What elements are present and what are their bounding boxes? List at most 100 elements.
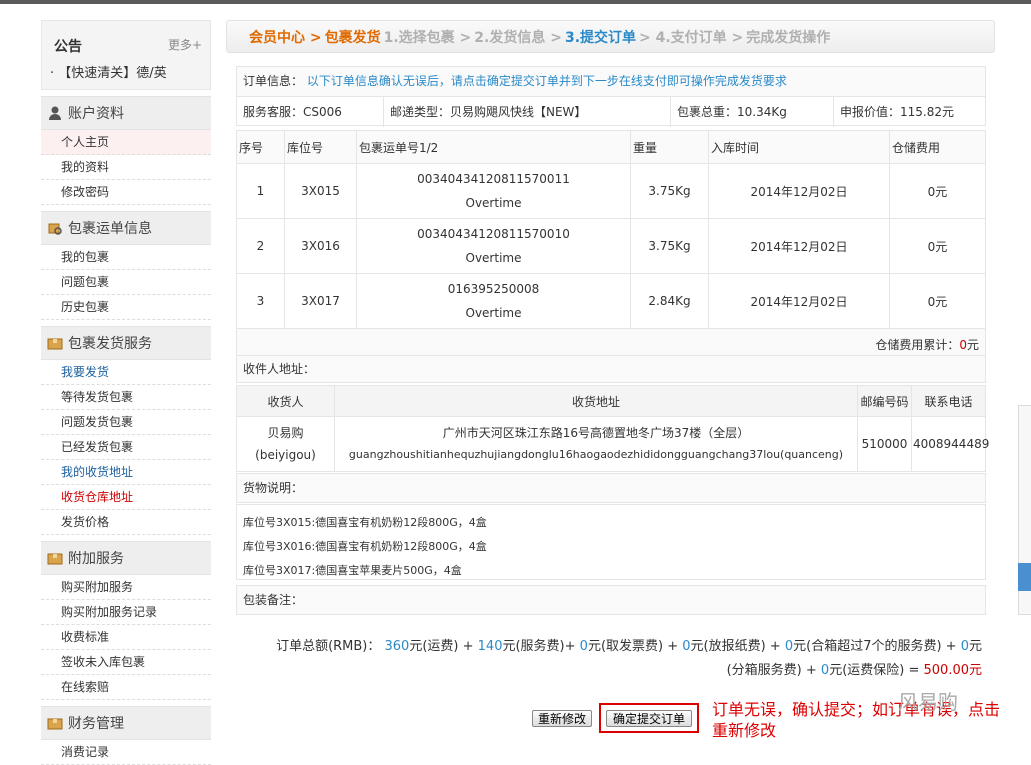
- goods-list: 库位号3X015:德国喜宝有机奶粉12段800G，4盒 库位号3X016:德国喜…: [236, 504, 986, 580]
- freight-value: 360: [384, 639, 410, 654]
- annotation-text: 订单无误，确认提交；如订单有误，点击重新修改: [712, 700, 1001, 740]
- storage-fee-label: 仓储费用累计：: [875, 337, 960, 352]
- split-fee-unit: 元: [968, 639, 982, 654]
- step-submit: 3.提交订单: [564, 29, 637, 46]
- order-info: 订单信息： 以下订单信息确认无误后，请点击确定提交订单并到下一步在线支付即可操作…: [236, 66, 986, 127]
- invoice-fee-label: 元(取发票费) +: [587, 639, 683, 654]
- sidebar-item-prices[interactable]: 发货价格: [41, 510, 211, 535]
- cell-fee: 0元: [889, 218, 986, 274]
- sidebar-item-problem-packages[interactable]: 问题包裹: [41, 270, 211, 295]
- step-info: 2.发货信息 >: [474, 29, 562, 46]
- box-icon: [47, 718, 63, 730]
- order-total: 订单总额(RMB)： 360元(运费) + 140元(服务费)+ 0元(取发票费…: [236, 635, 982, 683]
- cell-tracking: 016395250008 Overtime: [356, 273, 631, 329]
- tracking-status: Overtime: [465, 306, 522, 320]
- sidebar-item-fee-standard[interactable]: 收费标准: [41, 625, 211, 650]
- col-address: 收货地址: [334, 385, 858, 417]
- cell-weight: 3.75Kg: [630, 163, 709, 219]
- service-fee-label: 元(服务费)+: [502, 639, 580, 654]
- col-tracking: 包裹运单号1/2: [356, 130, 631, 164]
- sidebar-item-warehouse-address[interactable]: 收货仓库地址: [41, 485, 211, 510]
- sidebar-item-waiting[interactable]: 等待发货包裹: [41, 385, 211, 410]
- tracking-status: Overtime: [465, 251, 522, 265]
- sidebar-item-home[interactable]: 个人主页: [41, 130, 211, 155]
- section-title: 包裹发货服务: [68, 336, 152, 352]
- cell-tracking: 00340434120811570010 Overtime: [356, 218, 631, 274]
- goods-label: 货物说明：: [236, 473, 986, 503]
- goods-line: 库位号3X017:德国喜宝苹果麦片500G，4盒: [243, 564, 462, 577]
- sidebar-item-unstocked[interactable]: 签收未入库包裹: [41, 650, 211, 675]
- notice-title: 公告: [54, 39, 82, 55]
- col-recipient: 收货人: [236, 385, 335, 417]
- top-bar: [0, 0, 1031, 4]
- cell-location: 3X015: [284, 163, 357, 219]
- side-scroll-thumb[interactable]: [1018, 563, 1031, 591]
- sidebar-item-ship-now[interactable]: 我要发货: [41, 360, 211, 385]
- breadcrumb: 会员中心 > 包裹发货 1.选择包裹 > 2.发货信息 > 3.提交订单 > 4…: [226, 20, 995, 53]
- step-done: 完成发货操作: [746, 29, 831, 46]
- redo-button[interactable]: 重新修改: [532, 710, 592, 727]
- merge-fee-value: 0: [784, 639, 794, 654]
- table-row: 贝易购(beiyigou) 广州市天河区珠江东路16号高德置地冬广场37楼（全层…: [236, 416, 989, 472]
- invoice-fee-value: 0: [579, 639, 588, 654]
- recipient-address: 广州市天河区珠江东路16号高德置地冬广场37楼（全层） guangzhoushit…: [334, 416, 858, 472]
- order-total-line-1: 订单总额(RMB)： 360元(运费) + 140元(服务费)+ 0元(取发票费…: [236, 635, 982, 659]
- sidebar-item-buy-extra[interactable]: 购买附加服务: [41, 575, 211, 600]
- breadcrumb-home[interactable]: 会员中心 >: [249, 27, 322, 47]
- section-finance: 财务管理 消费记录: [41, 706, 211, 765]
- sidebar-item-my-packages[interactable]: 我的包裹: [41, 245, 211, 270]
- insurance-label: 元(运费保险) =: [829, 663, 924, 678]
- cell-fee: 0元: [889, 163, 986, 219]
- storage-fee-unit: 元: [966, 337, 979, 352]
- step-pay: > 4.支付订单 >: [639, 29, 744, 46]
- recipient-name: 贝易购(beiyigou): [236, 416, 335, 472]
- section-title: 包裹运单信息: [68, 221, 152, 237]
- box-icon: [47, 553, 63, 565]
- address-pinyin: guangzhoushitianhequzhujiangdonglu16haog…: [348, 448, 844, 461]
- sidebar-item-consumption[interactable]: 消费记录: [41, 740, 211, 765]
- split-fee-label: (分箱服务费) +: [726, 663, 821, 678]
- col-location: 库位号: [284, 130, 357, 164]
- order-info-hint: 以下订单信息确认无误后，请点击确定提交订单并到下一步在线支付即可操作完成发货要求: [306, 74, 787, 88]
- paper-fee-label: 元(放报纸费) +: [690, 639, 785, 654]
- goods-line: 库位号3X015:德国喜宝有机奶粉12段800G，4盒: [243, 516, 487, 529]
- sidebar-item-my-address[interactable]: 我的收货地址: [41, 460, 211, 485]
- sidebar: 公告 更多+ · 【快速清关】德/英 账户资料 个人主页 我的资料 修改密码 包…: [41, 20, 211, 765]
- section-title: 账户资料: [68, 106, 124, 122]
- notice-item[interactable]: · 【快速清关】德/英: [50, 62, 167, 81]
- cell-date: 2014年12月02日: [708, 163, 890, 219]
- col-weight: 重量: [630, 130, 709, 164]
- sidebar-item-password[interactable]: 修改密码: [41, 180, 211, 205]
- section-header: 账户资料: [41, 96, 211, 130]
- user-icon: [49, 106, 61, 120]
- col-no: 序号: [236, 130, 285, 164]
- section-account: 账户资料 个人主页 我的资料 修改密码: [41, 96, 211, 205]
- sidebar-item-shipped[interactable]: 已经发货包裹: [41, 435, 211, 460]
- tracking-number: 00340434120811570011: [417, 172, 570, 186]
- sidebar-item-claim[interactable]: 在线索赔: [41, 675, 211, 700]
- order-info-label: 订单信息：: [243, 74, 304, 88]
- sidebar-item-profile[interactable]: 我的资料: [41, 155, 211, 180]
- tracking-number: 016395250008: [447, 282, 540, 296]
- cell-location: 3X017: [284, 273, 357, 329]
- watermark: 风易购: [898, 690, 958, 714]
- cell-location: 3X016: [284, 218, 357, 274]
- section-header: 财务管理: [41, 706, 211, 740]
- table-row: 2 3X016 00340434120811570010 Overtime 3.7…: [236, 218, 986, 274]
- step-select: 1.选择包裹 >: [383, 29, 472, 46]
- package-search-icon: [48, 223, 62, 235]
- table-row: 1 3X015 00340434120811570011 Overtime 3.7…: [236, 163, 986, 219]
- address-cn: 广州市天河区珠江东路16号高德置地冬广场37楼（全层）: [442, 426, 750, 440]
- freight-label: 元(运费) +: [409, 639, 478, 654]
- table-header: 序号 库位号 包裹运单号1/2 重量 入库时间 仓储费用: [236, 130, 986, 164]
- table-header: 收货人 收货地址 邮编号码 联系电话: [236, 385, 986, 417]
- recipient-zip: 510000: [857, 416, 912, 472]
- tracking-status: Overtime: [465, 196, 522, 210]
- notice-more-link[interactable]: 更多+: [168, 36, 202, 53]
- sidebar-item-extra-records[interactable]: 购买附加服务记录: [41, 600, 211, 625]
- section-packages: 包裹运单信息 我的包裹 问题包裹 历史包裹: [41, 211, 211, 320]
- sidebar-item-problem-ship[interactable]: 问题发货包裹: [41, 410, 211, 435]
- submit-order-button[interactable]: 确定提交订单: [606, 710, 692, 727]
- sidebar-item-history-packages[interactable]: 历史包裹: [41, 295, 211, 320]
- service-fee-value: 140: [477, 639, 503, 654]
